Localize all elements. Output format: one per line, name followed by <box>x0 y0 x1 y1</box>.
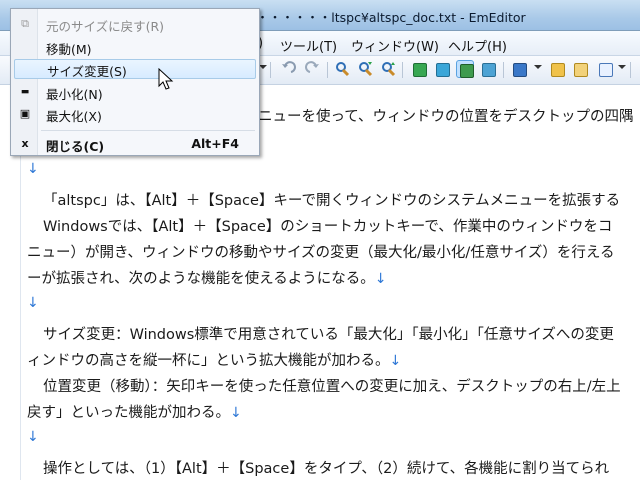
macro-icon[interactable] <box>548 60 566 78</box>
editor-line: ↓ <box>27 295 39 311</box>
eol-icon: ↓ <box>389 353 402 369</box>
eol-icon: ↓ <box>27 295 39 311</box>
window-icon[interactable] <box>479 60 497 78</box>
redo-icon[interactable] <box>304 60 322 78</box>
chevron-down-icon[interactable] <box>534 65 542 69</box>
editor-line: ーが拡張され、次のような機能を使えるようになる。↓ <box>27 271 387 287</box>
menu-item-move[interactable]: 移動(M) <box>11 37 259 57</box>
toolbar-separator <box>503 62 504 78</box>
menu-item-resize[interactable]: サイズ変更(S) <box>14 59 256 79</box>
menu-item-minimize[interactable]: ▬ 最小化(N) <box>11 82 259 102</box>
close-shortcut: Alt+F4 <box>191 136 239 151</box>
editor-line: サイズ変更：Windows標準で用意されている「最大化」「最小化」「任意サイズへ… <box>43 327 614 343</box>
editor-line: 位置変更（移動）：矢印キーを使った任意位置への変更に加え、デスクトップの右上/左… <box>43 379 621 395</box>
editor-line: ニューを使って、ウィンドウの位置をデスクトップの四隅 <box>258 109 634 125</box>
menu-item-window[interactable]: ウィンドウ(W) <box>351 36 439 55</box>
wrap-icon[interactable] <box>456 60 474 78</box>
checkbox-icon[interactable] <box>596 60 614 78</box>
find-icon[interactable] <box>333 60 351 78</box>
maximize-icon: ▣ <box>19 107 31 120</box>
marker-icon[interactable] <box>510 60 528 78</box>
undo-icon[interactable] <box>279 60 297 78</box>
eol-icon: ↓ <box>230 405 242 421</box>
system-menu: ⧉ 元のサイズに戻す(R) 移動(M) サイズ変更(S) ▬ 最小化(N) ▣ … <box>10 8 260 156</box>
menu-item-tools[interactable]: ツール(T) <box>280 36 337 55</box>
close-icon: x <box>21 137 29 150</box>
find-prev-icon[interactable] <box>379 60 397 78</box>
toolbar-separator <box>270 62 271 78</box>
eol-icon: ↓ <box>27 429 39 445</box>
menu-separator <box>41 130 255 131</box>
view2-icon[interactable] <box>433 60 451 78</box>
properties-icon[interactable] <box>571 60 589 78</box>
find-next-icon[interactable] <box>356 60 374 78</box>
editor-line: ニュー）が開き、ウィンドウの移動やサイズの変更（最大化/最小化/任意サイズ）を行… <box>27 245 615 261</box>
menu-item-restore[interactable]: ⧉ 元のサイズに戻す(R) <box>11 14 259 35</box>
chevron-down-icon[interactable] <box>618 65 626 69</box>
toolbar-separator <box>402 62 403 78</box>
editor-line: 操作としては、（1）【Alt】＋【Space】をタイプ、（2）続けて、各機能に割… <box>43 461 610 477</box>
eol-icon: ↓ <box>27 161 39 177</box>
view-icon[interactable] <box>410 60 428 78</box>
mouse-cursor-icon <box>158 67 174 92</box>
editor-line: 戻す」といった機能が加わる。↓ <box>27 405 242 421</box>
editor-line: ↓ <box>27 429 39 445</box>
editor-line: Windowsでは、【Alt】＋【Space】のショートカットキーで、作業中のウ… <box>43 219 613 235</box>
eol-icon: ↓ <box>374 271 387 287</box>
minimize-icon: ▬ <box>20 87 30 97</box>
menu-item-close[interactable]: x 閉じる(C) Alt+F4 <box>11 134 259 154</box>
editor-line: 「altspc」は、【Alt】＋【Space】キーで開くウィンドウのシステムメニ… <box>43 193 621 209</box>
chevron-down-icon[interactable] <box>259 65 267 69</box>
menu-item-help[interactable]: ヘルプ(H) <box>448 36 507 55</box>
toolbar-separator <box>630 62 631 78</box>
editor-line: ィンドウの高さを縦一杯に」という拡大機能が加わる。↓ <box>27 353 402 369</box>
editor-line: ↓ <box>27 161 39 177</box>
menu-item-maximize[interactable]: ▣ 最大化(X) <box>11 104 259 125</box>
toolbar-separator <box>327 62 328 78</box>
restore-icon: ⧉ <box>21 17 29 30</box>
